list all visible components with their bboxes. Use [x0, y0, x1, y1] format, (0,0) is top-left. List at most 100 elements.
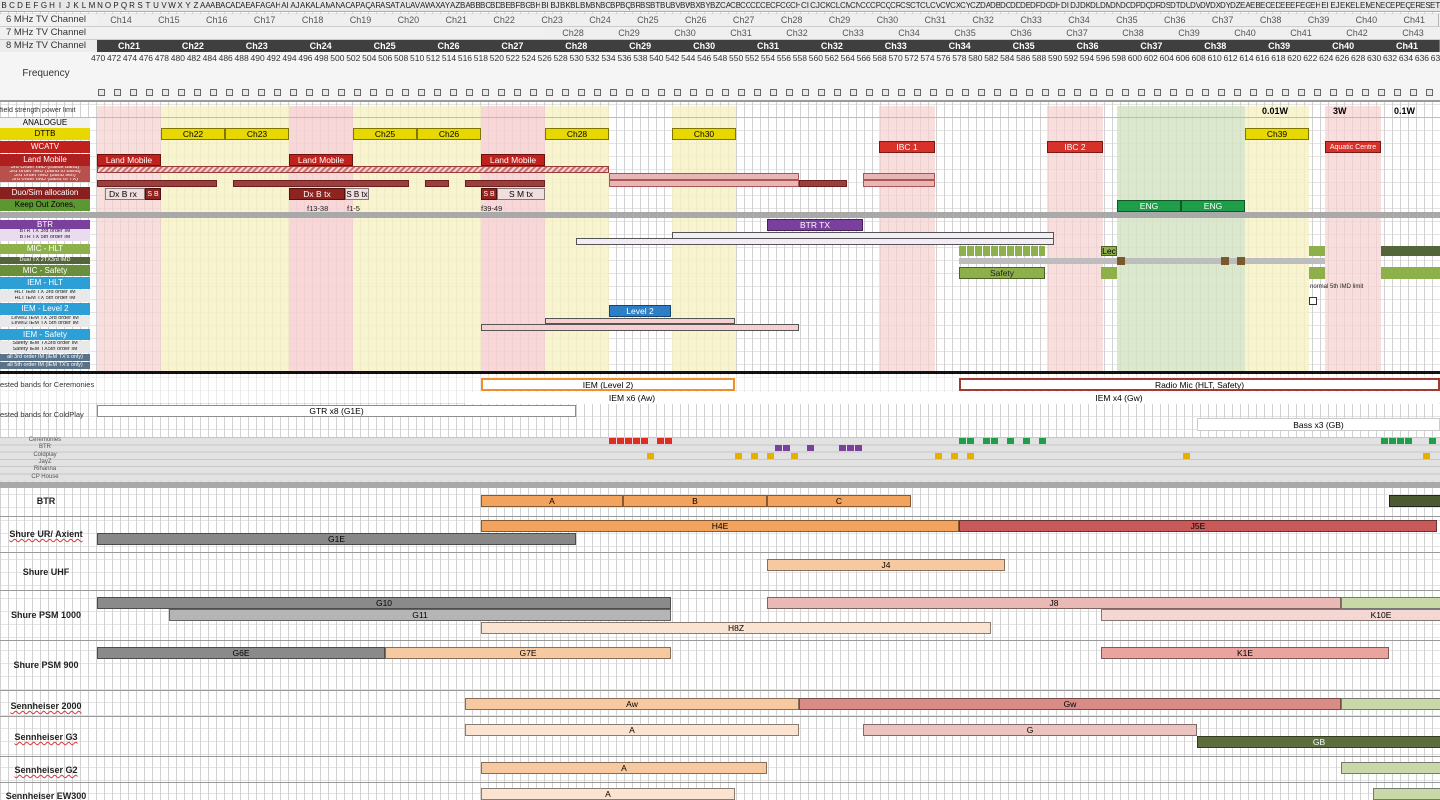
senng3-gb[interactable]: GB	[1197, 736, 1440, 748]
column-letter-et[interactable]: ET	[1430, 0, 1440, 11]
filter-dropdown-button[interactable]	[690, 89, 697, 96]
filter-dropdown-button[interactable]	[226, 89, 233, 96]
land-mobile-2[interactable]: Land Mobile	[289, 154, 353, 166]
filter-dropdown-button[interactable]	[290, 89, 297, 96]
filter-dropdown-button[interactable]	[1010, 89, 1017, 96]
filter-dropdown-button[interactable]	[562, 89, 569, 96]
dttb-ch23[interactable]: Ch23	[225, 128, 289, 140]
filter-dropdown-button[interactable]	[162, 89, 169, 96]
filter-dropdown-button[interactable]	[418, 89, 425, 96]
duo-s-b-tx[interactable]: S B tx	[345, 188, 369, 200]
filter-dropdown-button[interactable]	[466, 89, 473, 96]
request-iem-x4-gw[interactable]: IEM x4 (Gw)	[799, 392, 1439, 404]
filter-dropdown-button[interactable]	[498, 89, 505, 96]
btr-bar-b[interactable]: B	[623, 495, 767, 507]
filter-dropdown-button[interactable]	[514, 89, 521, 96]
filter-dropdown-button[interactable]	[322, 89, 329, 96]
filter-dropdown-button[interactable]	[1138, 89, 1145, 96]
mic-safety[interactable]: Safety	[959, 267, 1045, 279]
filter-dropdown-button[interactable]	[1090, 89, 1097, 96]
psm1000-h8z[interactable]: H8Z	[481, 622, 991, 634]
btr-tx[interactable]: BTR TX	[767, 219, 863, 231]
filter-dropdown-button[interactable]	[1314, 89, 1321, 96]
filter-dropdown-button[interactable]	[98, 89, 105, 96]
filter-dropdown-button[interactable]	[370, 89, 377, 96]
filter-dropdown-button[interactable]	[1106, 89, 1113, 96]
psm1000-j8[interactable]: J8	[767, 597, 1341, 609]
filter-dropdown-button[interactable]	[242, 89, 249, 96]
filter-dropdown-button[interactable]	[626, 89, 633, 96]
filter-dropdown-button[interactable]	[946, 89, 953, 96]
duo-dx-b-tx[interactable]: Dx B tx	[289, 188, 345, 200]
filter-dropdown-button[interactable]	[882, 89, 889, 96]
filter-dropdown-button[interactable]	[850, 89, 857, 96]
dttb-ch22[interactable]: Ch22	[161, 128, 225, 140]
axient-j5e[interactable]: J5E	[959, 520, 1437, 532]
filter-dropdown-button[interactable]	[738, 89, 745, 96]
filter-dropdown-button[interactable]	[1282, 89, 1289, 96]
filter-dropdown-button[interactable]	[1122, 89, 1129, 96]
filter-dropdown-button[interactable]	[1202, 89, 1209, 96]
filter-dropdown-button[interactable]	[1250, 89, 1257, 96]
filter-dropdown-button[interactable]	[1042, 89, 1049, 96]
filter-dropdown-button[interactable]	[978, 89, 985, 96]
filter-dropdown-button[interactable]	[114, 89, 121, 96]
filter-dropdown-button[interactable]	[994, 89, 1001, 96]
wcatv-aquatic-centre[interactable]: Aquatic Centre	[1325, 141, 1381, 153]
filter-dropdown-button[interactable]	[1266, 89, 1273, 96]
ew300-a[interactable]: A	[481, 788, 735, 800]
request-iem-x6-aw[interactable]: IEM x6 (Aw)	[465, 392, 799, 404]
filter-dropdown-button[interactable]	[1330, 89, 1337, 96]
filter-dropdown-button[interactable]	[770, 89, 777, 96]
filter-dropdown-button[interactable]	[706, 89, 713, 96]
dttb-ch30[interactable]: Ch30	[672, 128, 736, 140]
filter-dropdown-button[interactable]	[1058, 89, 1065, 96]
filter-dropdown-button[interactable]	[1234, 89, 1241, 96]
filter-dropdown-button[interactable]	[1170, 89, 1177, 96]
spreadsheet-grid[interactable]: B C D E F G H I J K L M N O P Q R S T U V W X Y Z AA AB AC AD AE AF AG A…	[0, 0, 1440, 800]
filter-dropdown-button[interactable]	[1378, 89, 1385, 96]
uhf-j4[interactable]: J4	[767, 559, 1005, 571]
filter-dropdown-button[interactable]	[642, 89, 649, 96]
axient-g1e[interactable]: G1E	[97, 533, 576, 545]
filter-dropdown-button[interactable]	[210, 89, 217, 96]
filter-dropdown-button[interactable]	[258, 89, 265, 96]
filter-dropdown-button[interactable]	[1218, 89, 1225, 96]
mic-hlt-lec[interactable]: Lec	[1101, 246, 1117, 256]
duo-s-m-tx[interactable]: S M tx	[497, 188, 545, 200]
filter-dropdown-button[interactable]	[450, 89, 457, 96]
senn2000-gw[interactable]: Gw	[799, 698, 1341, 710]
wcatv-ibc1[interactable]: IBC 1	[879, 141, 935, 153]
filter-dropdown-button[interactable]	[674, 89, 681, 96]
filter-dropdown-button[interactable]	[530, 89, 537, 96]
filter-dropdown-button[interactable]	[722, 89, 729, 96]
filter-dropdown-button[interactable]	[962, 89, 969, 96]
iem-level-2[interactable]: Level 2	[609, 305, 671, 317]
dttb-ch25[interactable]: Ch25	[353, 128, 417, 140]
senng2-a[interactable]: A	[481, 762, 767, 774]
dttb-ch39[interactable]: Ch39	[1245, 128, 1309, 140]
filter-dropdown-button[interactable]	[610, 89, 617, 96]
filter-dropdown-button[interactable]	[1362, 89, 1369, 96]
filter-dropdown-button[interactable]	[354, 89, 361, 96]
filter-dropdown-button[interactable]	[1074, 89, 1081, 96]
filter-dropdown-button[interactable]	[146, 89, 153, 96]
filter-dropdown-button[interactable]	[1346, 89, 1353, 96]
filter-dropdown-button[interactable]	[338, 89, 345, 96]
filter-dropdown-button[interactable]	[194, 89, 201, 96]
psm1000-g11[interactable]: G11	[169, 609, 671, 621]
filter-dropdown-button[interactable]	[1426, 89, 1433, 96]
filter-dropdown-button[interactable]	[434, 89, 441, 96]
psm900-k1e[interactable]: K1E	[1101, 647, 1389, 659]
land-mobile-3[interactable]: Land Mobile	[481, 154, 545, 166]
filter-dropdown-button[interactable]	[386, 89, 393, 96]
duo-s-b-2[interactable]: S B	[481, 188, 497, 200]
filter-dropdown-button[interactable]	[594, 89, 601, 96]
filter-dropdown-button[interactable]	[1154, 89, 1161, 96]
filter-dropdown-button[interactable]	[578, 89, 585, 96]
btr-bar-a[interactable]: A	[481, 495, 623, 507]
request-iem-level-2[interactable]: IEM (Level 2)	[481, 378, 735, 391]
eng-2[interactable]: ENG	[1181, 200, 1245, 212]
senng3-a[interactable]: A	[465, 724, 799, 736]
filter-dropdown-button[interactable]	[130, 89, 137, 96]
